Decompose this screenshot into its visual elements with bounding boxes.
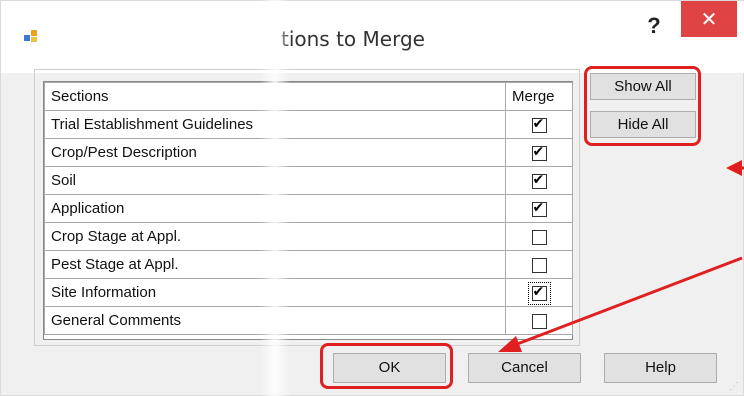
annotation-arrows: [498, 160, 744, 352]
arrow-to-ok-line: [511, 256, 743, 348]
arrow-to-ok-head: [498, 336, 522, 352]
arrow-to-show-hide-head: [726, 160, 742, 176]
